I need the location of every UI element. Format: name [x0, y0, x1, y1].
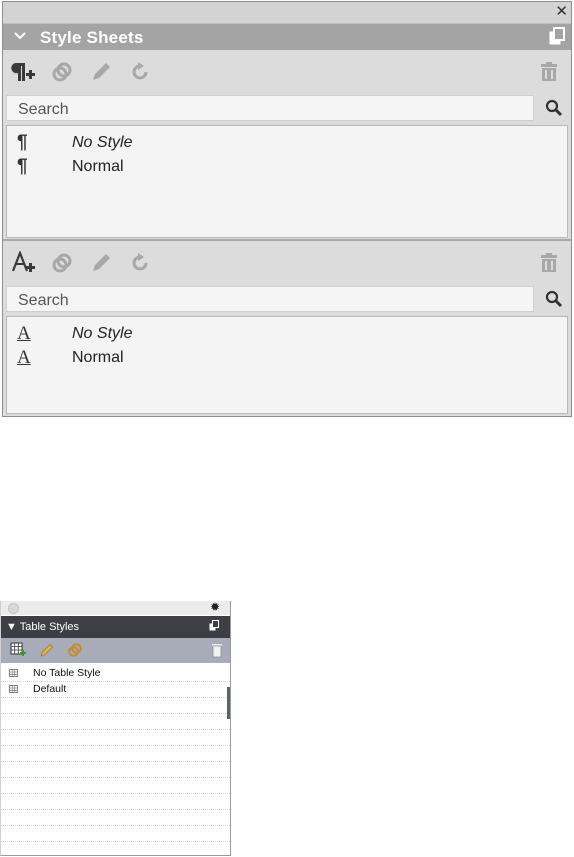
empty-row [1, 810, 230, 826]
trash-icon[interactable] [209, 642, 225, 658]
edit-pencil-icon[interactable] [89, 251, 113, 275]
scrollbar[interactable] [227, 687, 230, 719]
trash-icon[interactable] [537, 60, 561, 84]
palette-title: Style Sheets [40, 28, 144, 47]
character-search-row: Search [3, 284, 571, 314]
style-sheets-header[interactable]: Style Sheets [3, 24, 571, 50]
divider[interactable] [3, 239, 571, 241]
list-item-label: Normal [72, 158, 124, 175]
paragraph-styles-list: ¶ No Style ¶ Normal [6, 125, 568, 238]
new-paragraph-style-icon[interactable] [11, 60, 35, 84]
character-style-icon: A [17, 323, 31, 344]
edit-pencil-icon[interactable] [89, 60, 113, 84]
empty-row [1, 762, 230, 778]
list-item-label: No Style [72, 134, 133, 151]
list-item[interactable]: ¶ No Style [7, 132, 567, 156]
list-item[interactable]: ¶ Normal [7, 156, 567, 180]
table-icon [9, 685, 18, 693]
new-table-style-icon[interactable] [10, 642, 26, 658]
empty-row [1, 794, 230, 810]
edit-pencil-icon[interactable] [39, 642, 55, 658]
empty-row [1, 842, 230, 855]
chevron-down-icon[interactable] [13, 25, 27, 45]
table-styles-toolbar [1, 638, 230, 663]
list-item[interactable]: A Normal [7, 347, 567, 371]
duplicate-icon[interactable] [50, 60, 74, 84]
palette-title: ▼ Table Styles [6, 621, 80, 633]
character-style-icon: A [17, 347, 31, 368]
palette-title-strip: ✕ [3, 2, 571, 24]
empty-row [1, 826, 230, 842]
new-character-style-icon[interactable] [11, 251, 35, 275]
empty-row [1, 778, 230, 794]
table-icon [9, 669, 18, 677]
character-toolbar [3, 242, 571, 284]
undock-icon[interactable] [209, 620, 219, 631]
empty-row [1, 698, 230, 714]
empty-row [1, 714, 230, 730]
palette-title-strip: ✹ [1, 601, 230, 615]
search-icon[interactable] [545, 99, 563, 117]
refresh-icon[interactable] [128, 60, 152, 84]
paragraph-toolbar [3, 51, 571, 93]
style-sheets-palette: ✕ Style Sheets Search ¶ No Style ¶ Norma… [2, 1, 572, 417]
character-search-input[interactable]: Search [6, 286, 534, 312]
paragraph-style-icon: ¶ [17, 132, 28, 153]
table-styles-palette: ✹ ▼ Table Styles No Table Style Default [0, 601, 231, 856]
list-item-label: No Style [72, 325, 133, 342]
paragraph-style-icon: ¶ [17, 156, 28, 177]
close-icon[interactable]: ✕ [555, 4, 568, 19]
close-dot-icon[interactable] [8, 603, 19, 614]
search-icon[interactable] [545, 290, 563, 308]
paragraph-search-row: Search [3, 93, 571, 123]
table-styles-header[interactable]: ▼ Table Styles [1, 616, 230, 638]
paragraph-search-input[interactable]: Search [6, 95, 534, 121]
trash-icon[interactable] [537, 251, 561, 275]
list-item[interactable]: A No Style [7, 323, 567, 347]
list-item-label: Default [33, 683, 67, 695]
gear-icon[interactable]: ✹ [210, 601, 220, 614]
character-styles-list: A No Style A Normal [6, 316, 568, 414]
undock-icon[interactable] [549, 27, 565, 45]
list-item[interactable]: No Table Style [1, 666, 230, 682]
empty-row [1, 730, 230, 746]
list-item-label: Normal [72, 349, 124, 366]
list-item-label: No Table Style [33, 667, 101, 679]
duplicate-icon[interactable] [50, 251, 74, 275]
refresh-icon[interactable] [128, 251, 152, 275]
empty-row [1, 746, 230, 762]
duplicate-icon[interactable] [67, 642, 83, 658]
list-item[interactable]: Default [1, 682, 230, 698]
